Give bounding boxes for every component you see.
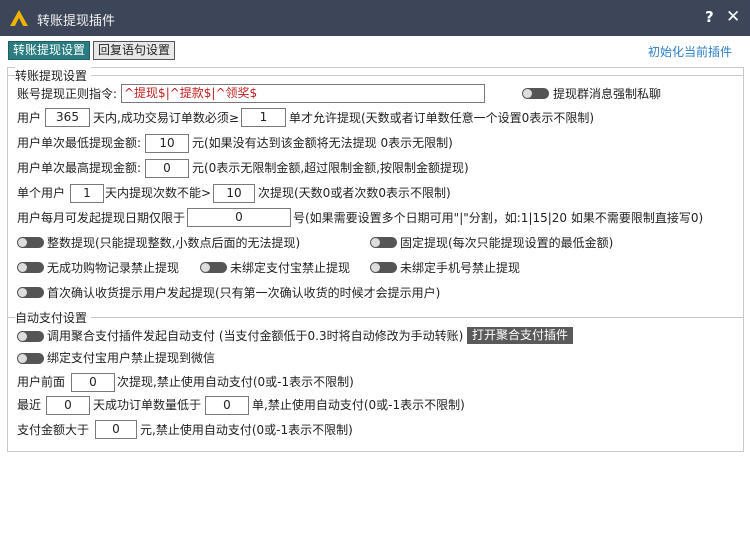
app-logo-icon <box>10 10 28 26</box>
group-private-label: 提现群消息强制私聊 <box>553 87 662 101</box>
recent-orders-suffix: 单,禁止使用自动支付(0或-1表示不限制) <box>252 398 465 412</box>
fixed-withdraw-toggle[interactable] <box>370 237 397 248</box>
tab-reply-settings[interactable]: 回复语句设置 <box>93 41 176 60</box>
single-days-suffix: 天内提现次数不能> <box>105 186 212 200</box>
recent-days-suffix: 天成功订单数量低于 <box>93 398 202 412</box>
max-amount-suffix: 元(0表示无限制金额,超过限制金额,按限制金额提现) <box>192 161 469 175</box>
tab-bar: 转账提现设置 回复语句设置 初始化当前插件 <box>0 36 750 64</box>
transfer-group-label: 转账提现设置 <box>15 67 92 84</box>
front-count-input[interactable]: 0 <box>71 373 115 392</box>
min-amount-input[interactable]: 10 <box>145 134 189 153</box>
recent-days-label: 最近 <box>17 398 42 412</box>
alipay-wechat-label: 绑定支付宝用户禁止提现到微信 <box>47 351 216 365</box>
alipay-wechat-toggle[interactable] <box>17 353 44 364</box>
month-limit-input[interactable]: 0 <box>187 208 291 227</box>
first-confirm-toggle[interactable] <box>17 287 44 298</box>
front-count-label: 用户前面 <box>17 375 66 389</box>
min-amount-suffix: 元(如果没有达到该金额将无法提现 0表示无限制) <box>192 136 453 150</box>
init-plugin-link[interactable]: 初始化当前插件 <box>648 43 732 60</box>
aggregate-pay-label: 调用聚合支付插件发起自动支付 (当支付金额低于0.3时将自动修改为手动转账) <box>47 329 464 343</box>
max-amount-input[interactable]: 0 <box>145 159 189 178</box>
recent-days-input[interactable]: 0 <box>46 396 90 415</box>
first-confirm-label: 首次确认收货提示用户发起提现(只有第一次确认收货的时候才会提示用户) <box>47 286 441 300</box>
autopay-group-label: 自动支付设置 <box>15 309 92 326</box>
tab-transfer-settings[interactable]: 转账提现设置 <box>8 41 91 60</box>
group-divider <box>7 317 744 318</box>
no-phone-label: 未绑定手机号禁止提现 <box>400 261 521 275</box>
amount-limit-suffix: 元,禁止使用自动支付(0或-1表示不限制) <box>140 423 353 437</box>
front-count-suffix: 次提现,禁止使用自动支付(0或-1表示不限制) <box>117 375 354 389</box>
amount-limit-label: 支付金额大于 <box>17 423 90 437</box>
group-divider <box>7 75 744 76</box>
close-button[interactable]: ✕ <box>726 8 740 26</box>
orders-input[interactable]: 1 <box>241 108 286 127</box>
max-amount-label: 用户单次最高提现金额: <box>17 161 142 175</box>
single-days-input[interactable]: 1 <box>70 184 104 203</box>
regex-label: 账号提现正则指令: <box>17 87 118 101</box>
integer-withdraw-toggle[interactable] <box>17 237 44 248</box>
min-amount-label: 用户单次最低提现金额: <box>17 136 142 150</box>
aggregate-pay-toggle[interactable] <box>17 331 44 342</box>
title-bar: 转账提现插件 ? ✕ <box>0 0 750 36</box>
no-purchase-label: 无成功购物记录禁止提现 <box>47 261 180 275</box>
single-count-suffix: 次提现(天数0或者次数0表示不限制) <box>258 186 451 200</box>
group-private-toggle[interactable] <box>522 88 549 99</box>
no-phone-toggle[interactable] <box>370 262 397 273</box>
no-alipay-label: 未绑定支付宝禁止提现 <box>230 261 351 275</box>
fixed-withdraw-label: 固定提现(每次只能提现设置的最低金额) <box>400 236 614 250</box>
single-user-label: 单个用户 <box>17 186 66 200</box>
integer-withdraw-label: 整数提现(只能提现整数,小数点后面的无法提现) <box>47 236 301 250</box>
window-title: 转账提现插件 <box>37 14 116 29</box>
orders-suffix: 单才允许提现(天数或者订单数任意一个设置0表示不限制) <box>289 111 595 125</box>
open-aggregate-plugin-button[interactable]: 打开聚合支付插件 <box>467 327 574 344</box>
no-purchase-toggle[interactable] <box>17 262 44 273</box>
help-button[interactable]: ? <box>705 8 714 26</box>
recent-orders-input[interactable]: 0 <box>205 396 249 415</box>
days-suffix: 天内,成功交易订单数必须≥ <box>93 111 239 125</box>
user-prefix-label: 用户 <box>17 111 42 125</box>
amount-limit-input[interactable]: 0 <box>95 420 137 439</box>
regex-input[interactable]: ^提现$|^提款$|^领奖$ <box>121 84 485 103</box>
month-limit-label: 用户每月可发起提现日期仅限于 <box>17 211 186 225</box>
no-alipay-toggle[interactable] <box>200 262 227 273</box>
single-count-input[interactable]: 10 <box>213 184 255 203</box>
month-limit-suffix: 号(如果需要设置多个日期可用"|"分割，如:1|15|20 如果不需要限制直接写… <box>293 211 704 225</box>
days-input[interactable]: 365 <box>45 108 90 127</box>
